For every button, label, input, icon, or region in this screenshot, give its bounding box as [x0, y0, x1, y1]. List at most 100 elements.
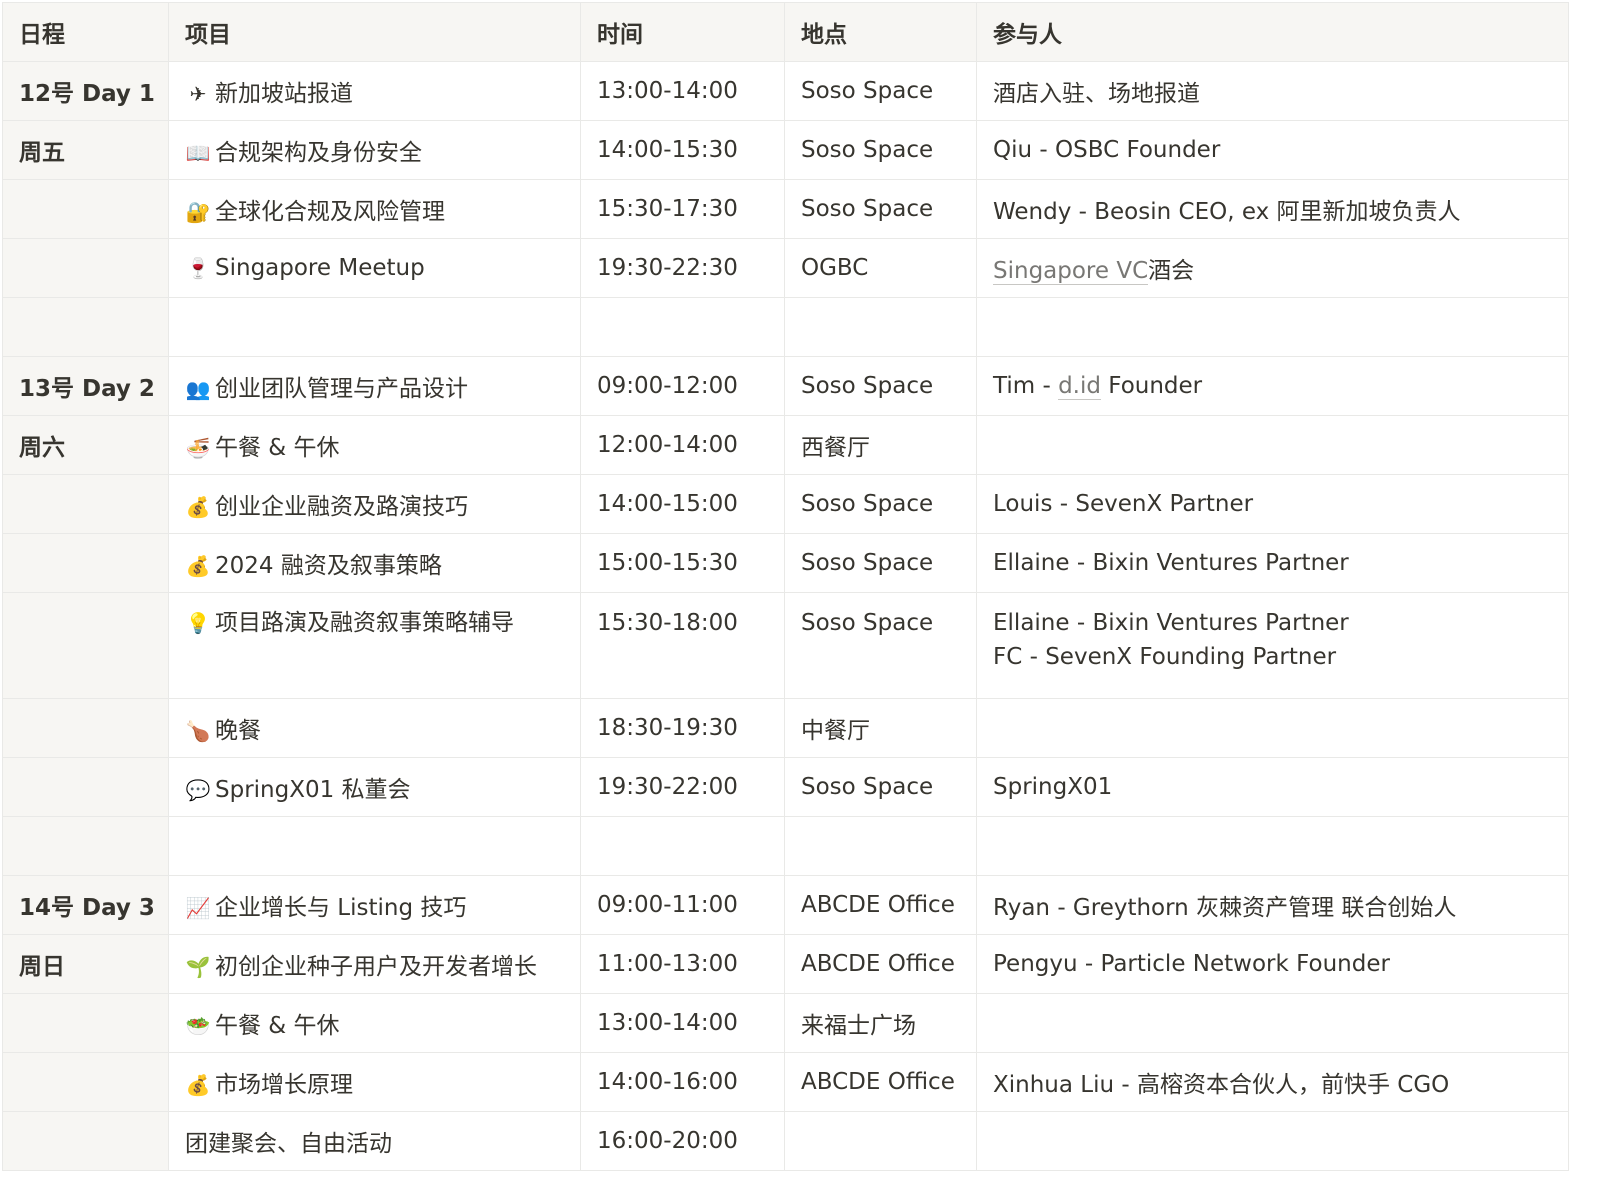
cell-place[interactable]: OGBC	[784, 238, 977, 298]
cell-place[interactable]: 西餐厅	[784, 415, 977, 475]
cell-day[interactable]: 13号 Day 2	[2, 356, 169, 416]
cell-day[interactable]: 周六	[2, 415, 169, 475]
participant-link[interactable]: d.id	[1058, 373, 1101, 400]
cell-participants[interactable]	[976, 993, 1569, 1053]
cell-day[interactable]: 周五	[2, 120, 169, 180]
cell-time[interactable]: 11:00-13:00	[580, 934, 785, 994]
wine-glass-icon: 🍷	[185, 256, 211, 280]
cell-participants[interactable]: 酒店入驻、场地报道	[976, 61, 1569, 121]
cell-participants[interactable]: Wendy - Beosin CEO, ex 阿里新加坡负责人	[976, 179, 1569, 239]
cell-place[interactable]: Soso Space	[784, 61, 977, 121]
cell-time[interactable]: 15:30-18:00	[580, 592, 785, 699]
cell-time[interactable]: 12:00-14:00	[580, 415, 785, 475]
cell-participants[interactable]: Tim - d.id Founder	[976, 356, 1569, 416]
cell-time[interactable]: 13:00-14:00	[580, 993, 785, 1053]
cell-item[interactable]: 🥗 午餐 & 午休	[168, 993, 581, 1053]
cell-place[interactable]: 中餐厅	[784, 698, 977, 758]
header-schedule[interactable]: 日程	[2, 2, 169, 62]
cell-time[interactable]: 13:00-14:00	[580, 61, 785, 121]
cell-item[interactable]: 💰 2024 融资及叙事策略	[168, 533, 581, 593]
drumstick-icon: 🍗	[185, 719, 211, 743]
cell-time[interactable]: 18:30-19:30	[580, 698, 785, 758]
cell-time[interactable]: 15:30-17:30	[580, 179, 785, 239]
header-item[interactable]: 项目	[168, 2, 581, 62]
cell-day[interactable]	[2, 1052, 169, 1112]
cell-item[interactable]: 🔐 全球化合规及风险管理	[168, 179, 581, 239]
cell-participants[interactable]	[976, 816, 1569, 876]
cell-day[interactable]	[2, 757, 169, 817]
place-label: Soso Space	[801, 774, 934, 800]
cell-place[interactable]: Soso Space	[784, 356, 977, 416]
cell-time[interactable]: 16:00-20:00	[580, 1111, 785, 1171]
cell-day[interactable]	[2, 179, 169, 239]
cell-item[interactable]: 💰 创业企业融资及路演技巧	[168, 474, 581, 534]
cell-day[interactable]	[2, 1111, 169, 1171]
header-time[interactable]: 时间	[580, 2, 785, 62]
cell-item[interactable]: 📖 合规架构及身份安全	[168, 120, 581, 180]
cell-day[interactable]: 14号 Day 3	[2, 875, 169, 935]
cell-day[interactable]	[2, 297, 169, 357]
cell-item[interactable]: 团建聚会、自由活动	[168, 1111, 581, 1171]
cell-participants[interactable]: Louis - SevenX Partner	[976, 474, 1569, 534]
cell-item[interactable]: 🌱 初创企业种子用户及开发者增长	[168, 934, 581, 994]
cell-place[interactable]: ABCDE Office	[784, 875, 977, 935]
cell-item[interactable]: 📈 企业增长与 Listing 技巧	[168, 875, 581, 935]
cell-time[interactable]: 14:00-15:00	[580, 474, 785, 534]
cell-time[interactable]: 14:00-16:00	[580, 1052, 785, 1112]
cell-place[interactable]: ABCDE Office	[784, 934, 977, 994]
header-participants[interactable]: 参与人	[976, 2, 1569, 62]
cell-place[interactable]: Soso Space	[784, 592, 977, 699]
cell-time[interactable]: 09:00-12:00	[580, 356, 785, 416]
cell-item[interactable]	[168, 297, 581, 357]
header-place[interactable]: 地点	[784, 2, 977, 62]
cell-place[interactable]	[784, 816, 977, 876]
cell-participants[interactable]	[976, 297, 1569, 357]
cell-item[interactable]: 💬 SpringX01 私董会	[168, 757, 581, 817]
cell-item[interactable]: 👥 创业团队管理与产品设计	[168, 356, 581, 416]
cell-participants[interactable]	[976, 698, 1569, 758]
cell-time[interactable]: 14:00-15:30	[580, 120, 785, 180]
cell-place[interactable]: Soso Space	[784, 120, 977, 180]
cell-participants[interactable]: SpringX01	[976, 757, 1569, 817]
cell-place[interactable]: Soso Space	[784, 533, 977, 593]
cell-day[interactable]	[2, 816, 169, 876]
cell-place[interactable]: Soso Space	[784, 757, 977, 817]
participant-link[interactable]: Singapore VC	[993, 258, 1149, 285]
cell-participants[interactable]: Xinhua Liu - 高榕资本合伙人，前快手 CGO	[976, 1052, 1569, 1112]
cell-participants[interactable]	[976, 1111, 1569, 1171]
cell-day[interactable]	[2, 474, 169, 534]
cell-participants[interactable]	[976, 415, 1569, 475]
cell-item[interactable]: ✈ 新加坡站报道	[168, 61, 581, 121]
cell-time[interactable]	[580, 816, 785, 876]
cell-participants[interactable]: Ryan - Greythorn 灰棘资产管理 联合创始人	[976, 875, 1569, 935]
cell-day[interactable]: 周日	[2, 934, 169, 994]
cell-participants[interactable]: Ellaine - Bixin Ventures Partner FC - Sev…	[976, 592, 1569, 699]
cell-place[interactable]: ABCDE Office	[784, 1052, 977, 1112]
cell-time[interactable]: 19:30-22:00	[580, 757, 785, 817]
cell-time[interactable]: 09:00-11:00	[580, 875, 785, 935]
cell-place[interactable]	[784, 1111, 977, 1171]
cell-day[interactable]	[2, 592, 169, 699]
cell-item[interactable]	[168, 816, 581, 876]
cell-time[interactable]	[580, 297, 785, 357]
cell-day[interactable]	[2, 238, 169, 298]
cell-item[interactable]: 🍗 晚餐	[168, 698, 581, 758]
cell-day[interactable]	[2, 533, 169, 593]
cell-day[interactable]	[2, 698, 169, 758]
cell-item[interactable]: 🍜 午餐 & 午休	[168, 415, 581, 475]
cell-item[interactable]: 🍷 Singapore Meetup	[168, 238, 581, 298]
cell-day[interactable]	[2, 993, 169, 1053]
cell-participants[interactable]: Pengyu - Particle Network Founder	[976, 934, 1569, 994]
cell-item[interactable]: 💰 市场增长原理	[168, 1052, 581, 1112]
cell-place[interactable]: 来福士广场	[784, 993, 977, 1053]
cell-time[interactable]: 15:00-15:30	[580, 533, 785, 593]
cell-time[interactable]: 19:30-22:30	[580, 238, 785, 298]
cell-place[interactable]	[784, 297, 977, 357]
cell-place[interactable]: Soso Space	[784, 474, 977, 534]
cell-participants[interactable]: Qiu - OSBC Founder	[976, 120, 1569, 180]
cell-item[interactable]: 💡 项目路演及融资叙事策略辅导	[168, 592, 581, 699]
cell-participants[interactable]: Ellaine - Bixin Ventures Partner	[976, 533, 1569, 593]
cell-place[interactable]: Soso Space	[784, 179, 977, 239]
cell-day[interactable]: 12号 Day 1	[2, 61, 169, 121]
cell-participants[interactable]: Singapore VC酒会	[976, 238, 1569, 298]
